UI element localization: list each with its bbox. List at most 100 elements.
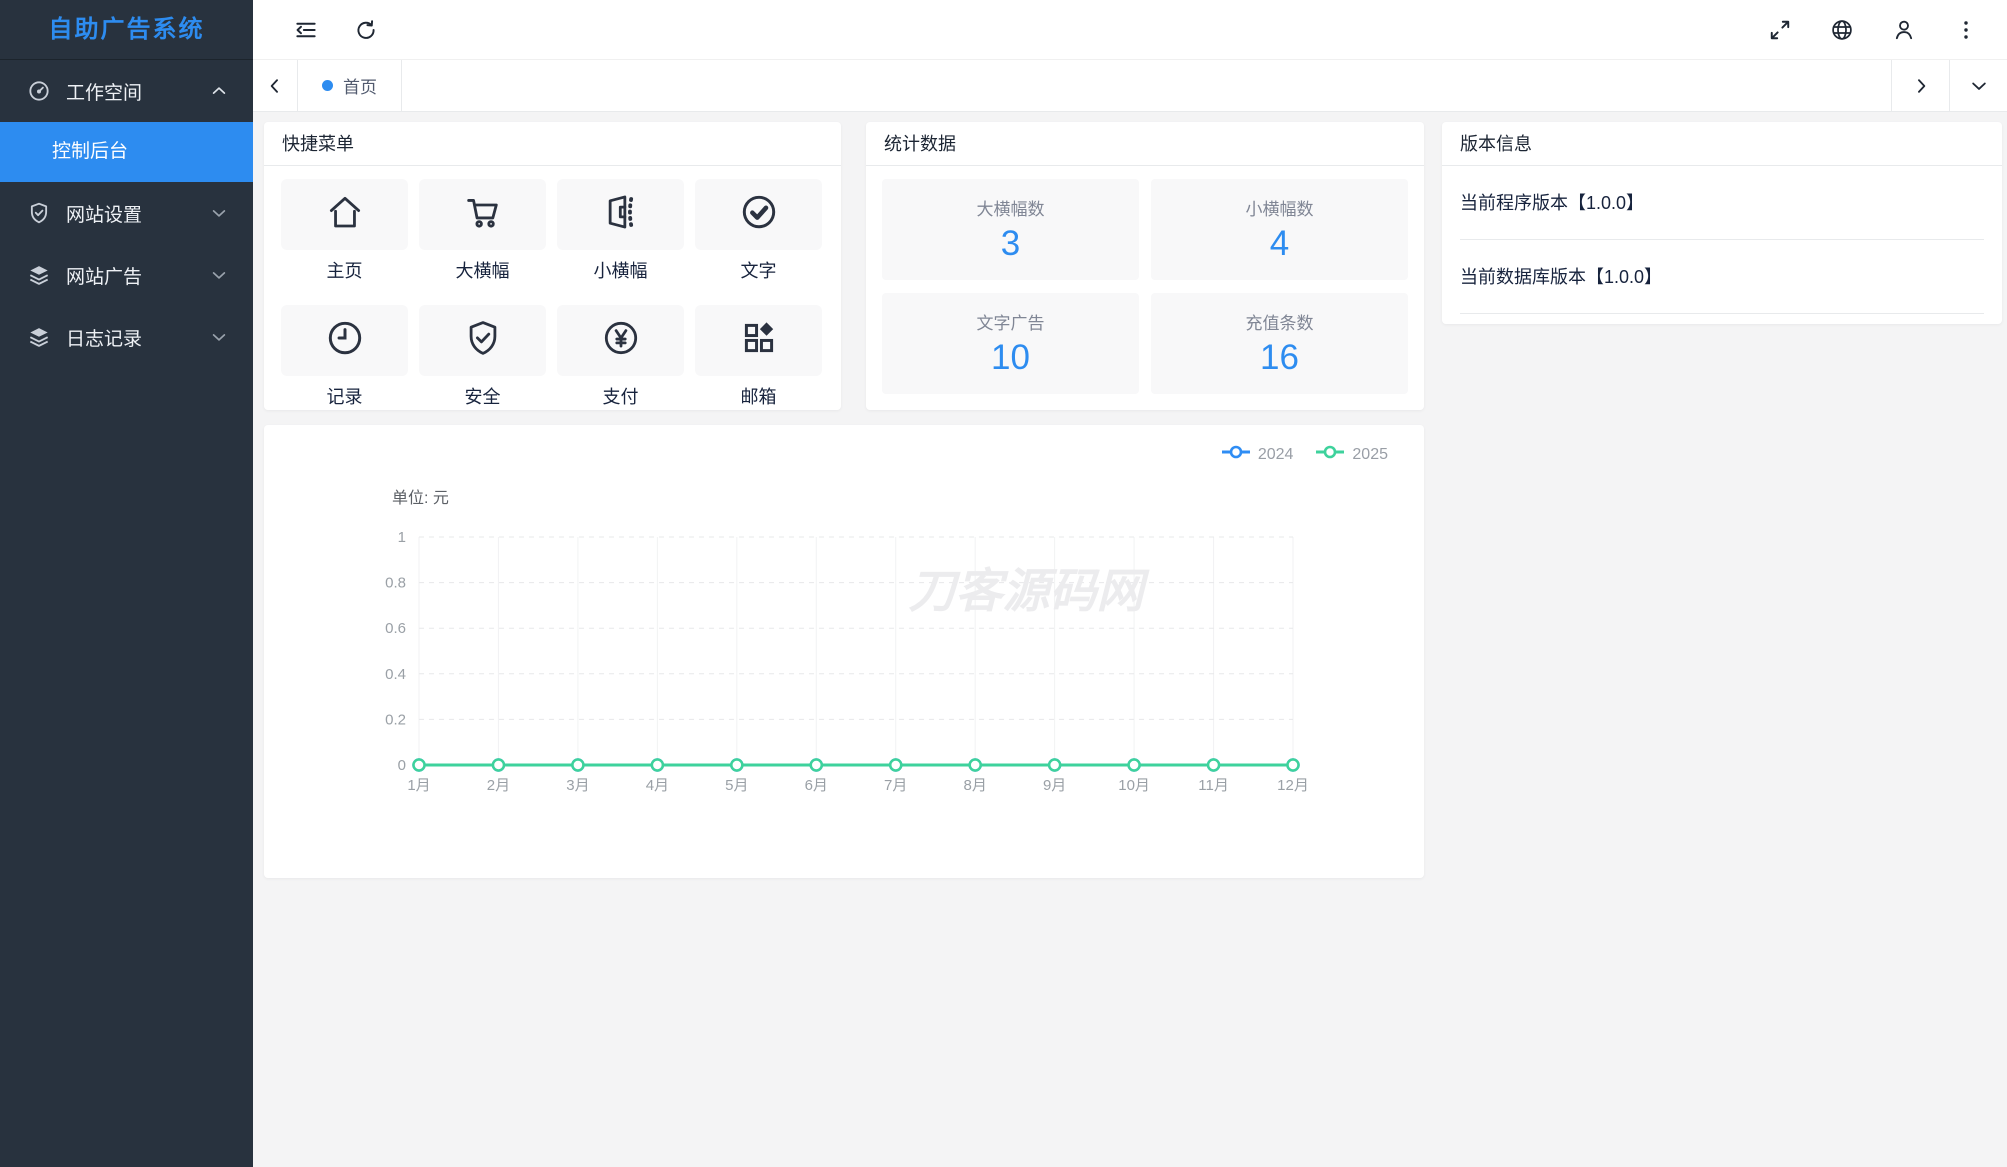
stat-label: 大横幅数: [976, 200, 1045, 219]
quick-item-label: 文字: [740, 261, 777, 281]
home-icon: [324, 191, 366, 238]
stat-label: 充值条数: [1245, 314, 1314, 333]
chevron-down-icon: [209, 327, 229, 347]
chevron-down-icon: [209, 265, 229, 285]
topbar-right: [1767, 17, 1979, 43]
more-vertical-icon[interactable]: [1953, 17, 1979, 43]
stat-label: 小横幅数: [1245, 200, 1314, 219]
quick-item-label: 大横幅: [455, 261, 510, 281]
topbar: [253, 0, 2007, 60]
revenue-line-chart: 00.20.40.60.811月 2月 3月 4月 5月 6月 7月 8月 9月 10月 11月 12…: [385, 489, 1309, 794]
tabs-scroll-right-icon[interactable]: [1891, 60, 1949, 111]
sidebar-item-label: 网站广告: [66, 266, 143, 288]
layers-icon: [26, 324, 52, 350]
quick-tile: [557, 305, 684, 376]
quick-item-1[interactable]: 大横幅: [419, 179, 546, 283]
svg-text:8月: 8月: [964, 777, 987, 794]
legend-item-2025[interactable]: 2025: [1315, 445, 1388, 464]
tab-home-label: 首页: [343, 78, 377, 97]
menu-fold-icon[interactable]: [293, 17, 319, 43]
legend-marker-icon: [1221, 445, 1251, 464]
quick-item-4[interactable]: 记录: [281, 305, 408, 409]
quick-item-label: 记录: [326, 387, 363, 407]
sidebar-item-2[interactable]: 网站广告: [0, 244, 253, 306]
app-window: 自助广告系统 工作空间 控制后台 网站设置 网站广告 日志记录 首页 快捷菜单 …: [0, 0, 2007, 1167]
quick-item-5[interactable]: 安全: [419, 305, 546, 409]
stat-tile-0: 大横幅数 3: [882, 179, 1139, 280]
svg-text:单位: 元: 单位: 元: [392, 489, 449, 507]
sidebar-item-3[interactable]: 日志记录: [0, 306, 253, 368]
quick-item-7[interactable]: 邮箱: [695, 305, 822, 409]
svg-text:0.4: 0.4: [385, 666, 406, 683]
stat-value: 3: [1000, 224, 1021, 263]
quick-menu-card: 快捷菜单 主页 大横幅 小横幅 文字 记录 安全 支付 邮箱: [264, 122, 841, 410]
tabbar-spacer: [402, 60, 1891, 111]
active-tab-dot: [322, 80, 333, 91]
layers-icon: [26, 262, 52, 288]
legend-label: 2024: [1257, 445, 1294, 463]
user-icon[interactable]: [1891, 17, 1917, 43]
tab-home[interactable]: 首页: [297, 60, 402, 111]
svg-text:11月: 11月: [1198, 777, 1229, 794]
svg-text:刀客源码网: 刀客源码网: [909, 564, 1151, 617]
svg-text:6月: 6月: [805, 777, 828, 794]
svg-text:0: 0: [398, 757, 406, 774]
sidebar-item-label: 日志记录: [66, 328, 143, 350]
stat-tile-3: 充值条数 16: [1151, 293, 1408, 394]
shield-icon: [462, 317, 504, 364]
stat-value: 16: [1260, 338, 1299, 377]
legend-item-2024[interactable]: 2024: [1221, 445, 1294, 464]
clock-icon: [324, 317, 366, 364]
legend-label: 2025: [1352, 445, 1388, 463]
svg-text:0.2: 0.2: [385, 711, 406, 728]
quick-item-label: 主页: [326, 261, 363, 281]
stat-value: 10: [991, 338, 1030, 377]
tabs-scroll-left-icon[interactable]: [253, 60, 297, 111]
quick-item-label: 支付: [602, 387, 639, 407]
content: 快捷菜单 主页 大横幅 小横幅 文字 记录 安全 支付 邮箱 统计数据 大横幅数 3 小横幅数 4 文…: [253, 112, 2007, 1167]
banner-icon: [600, 191, 642, 238]
svg-text:2月: 2月: [487, 777, 510, 794]
svg-text:9月: 9月: [1043, 777, 1066, 794]
chart-card: 0 0.2 0.4 0.6 0.8 1 1月 2月 3月 4月 5月 6月 7月 8月 9月 10月 11月 12…: [264, 425, 1424, 878]
quick-item-6[interactable]: 支付: [557, 305, 684, 409]
refresh-icon[interactable]: [353, 17, 379, 43]
svg-text:0.6: 0.6: [385, 620, 406, 637]
sidebar-item-1[interactable]: 网站设置: [0, 182, 253, 244]
sidebar-item-label: 工作空间: [66, 82, 143, 104]
chevron-down-icon: [209, 203, 229, 223]
svg-text:1月: 1月: [407, 777, 430, 794]
globe-icon[interactable]: [1829, 17, 1855, 43]
stat-tile-2: 文字广告 10: [882, 293, 1139, 394]
svg-text:10月: 10月: [1118, 777, 1150, 794]
quick-item-3[interactable]: 文字: [695, 179, 822, 283]
svg-text:12月: 12月: [1277, 777, 1309, 794]
svg-text:4月: 4月: [646, 777, 669, 794]
sidebar-submenu: 控制后台: [0, 122, 253, 182]
svg-text:7月: 7月: [884, 777, 907, 794]
quick-item-0[interactable]: 主页: [281, 179, 408, 283]
svg-text:3月: 3月: [566, 777, 589, 794]
version-title: 版本信息: [1442, 122, 2002, 166]
tabbar: 首页: [253, 60, 2007, 112]
svg-text:1: 1: [398, 529, 406, 546]
quick-tile: [281, 305, 408, 376]
sidebar-item-label: 网站设置: [66, 204, 143, 226]
quick-item-label: 小横幅: [593, 261, 648, 281]
quick-tile: [695, 305, 822, 376]
cart-icon: [462, 191, 504, 238]
chevron-up-icon: [209, 81, 229, 101]
tabs-menu-chevron-down-icon[interactable]: [1949, 60, 2007, 111]
apps-icon: [738, 317, 780, 364]
sidebar-menu: 工作空间控制后台网站设置网站广告日志记录: [0, 60, 253, 368]
quick-item-2[interactable]: 小横幅: [557, 179, 684, 283]
quick-tile: [419, 305, 546, 376]
stat-value: 4: [1269, 224, 1290, 263]
topbar-left: [293, 17, 379, 43]
sidebar-subitem-0[interactable]: 控制后台: [0, 122, 253, 182]
fullscreen-icon[interactable]: [1767, 17, 1793, 43]
stats-grid: 大横幅数 3 小横幅数 4 文字广告 10 充值条数 16: [866, 166, 1424, 394]
version-card: 版本信息 当前程序版本【1.0.0】 当前数据库版本【1.0.0】: [1442, 122, 2002, 324]
sidebar-item-0[interactable]: 工作空间: [0, 60, 253, 122]
quick-tile: [557, 179, 684, 250]
